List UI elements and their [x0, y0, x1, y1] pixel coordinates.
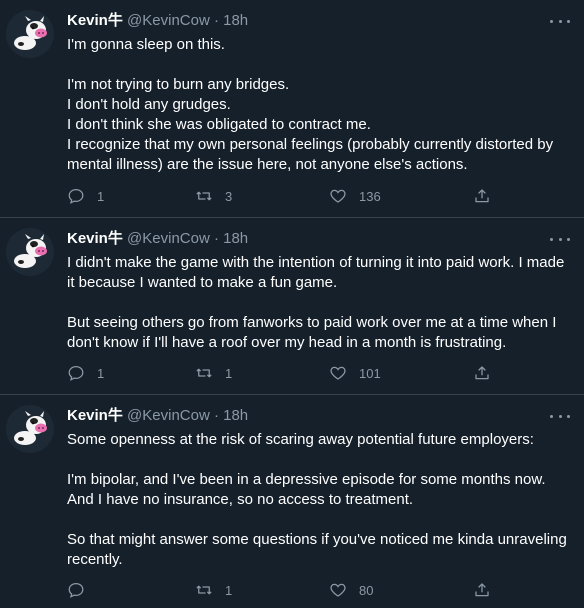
handle-and-time[interactable]: @KevinCow · 18h	[127, 12, 248, 29]
handle-and-time[interactable]: @KevinCow · 18h	[127, 407, 248, 424]
retweet-button[interactable]: 3	[195, 187, 232, 205]
reply-button[interactable]	[67, 581, 97, 599]
tweet-text: Some openness at the risk of scaring awa…	[67, 430, 567, 570]
tweet[interactable]: Kevin牛 @KevinCow · 18h Some openness at …	[0, 395, 584, 608]
retweet-icon	[196, 585, 212, 595]
tweet-line: I'm not trying to burn any bridges.	[67, 76, 290, 93]
display-name[interactable]: Kevin牛	[67, 230, 123, 247]
tweet-text: I didn't make the game with the intentio…	[67, 253, 567, 353]
like-count: 80	[359, 582, 374, 598]
tweet-line: But seeing others go from fanworks to pa…	[67, 314, 557, 331]
cow-avatar-icon	[6, 228, 54, 276]
reply-count: 1	[97, 188, 105, 204]
tweet-line: Some openness at the risk of scaring awa…	[67, 431, 534, 448]
retweet-button[interactable]: 1	[195, 364, 232, 382]
like-count: 101	[359, 365, 381, 381]
share-button[interactable]	[473, 581, 491, 599]
retweet-icon	[196, 191, 212, 201]
tweet-text: I'm gonna sleep on this. I'm not trying …	[67, 35, 567, 175]
tweet-line: I'm gonna sleep on this.	[67, 36, 225, 53]
tweet-header: Kevin牛 @KevinCow · 18h	[67, 230, 248, 248]
share-icon	[475, 189, 489, 203]
display-name[interactable]: Kevin牛	[67, 407, 123, 424]
tweet-line: I don't think she was obligated to contr…	[67, 116, 371, 133]
tweet-line: recently.	[67, 551, 123, 568]
tweet-line: I don't hold any grudges.	[67, 96, 231, 113]
reply-button[interactable]: 1	[67, 187, 104, 205]
tweet-actions: 1 80	[67, 581, 497, 601]
share-button[interactable]	[473, 187, 491, 205]
retweet-icon	[196, 368, 212, 378]
like-button[interactable]: 136	[329, 187, 381, 205]
tweet[interactable]: Kevin牛 @KevinCow · 18h I didn't make the…	[0, 218, 584, 395]
tweet-line: I recognize that my own personal feeling…	[67, 136, 554, 153]
more-options-icon[interactable]	[550, 232, 570, 246]
share-icon	[475, 366, 489, 380]
reply-icon	[68, 188, 84, 204]
like-count: 136	[359, 188, 381, 204]
reply-count: 1	[97, 365, 105, 381]
avatar[interactable]	[6, 405, 54, 453]
tweet-actions: 1 3 136	[67, 187, 497, 207]
cow-avatar-icon	[6, 10, 54, 58]
tweet-line: I'm bipolar, and I've been in a depressi…	[67, 471, 546, 488]
share-button[interactable]	[473, 364, 491, 382]
display-name[interactable]: Kevin牛	[67, 12, 123, 29]
reply-icon	[68, 582, 84, 598]
heart-icon	[330, 189, 346, 203]
tweet-header: Kevin牛 @KevinCow · 18h	[67, 407, 248, 425]
tweet-header: Kevin牛 @KevinCow · 18h	[67, 12, 248, 30]
tweet[interactable]: Kevin牛 @KevinCow · 18h I'm gonna sleep o…	[0, 0, 584, 218]
retweet-count: 1	[225, 582, 233, 598]
retweet-count: 1	[225, 365, 233, 381]
avatar[interactable]	[6, 10, 54, 58]
tweet-line: mental illness) are the issue here, not …	[67, 156, 468, 173]
cow-avatar-icon	[6, 405, 54, 453]
like-button[interactable]: 101	[329, 364, 381, 382]
more-options-icon[interactable]	[550, 409, 570, 423]
tweet-line: don't know if I'll have a roof over my h…	[67, 334, 507, 351]
like-button[interactable]: 80	[329, 581, 373, 599]
reply-button[interactable]: 1	[67, 364, 104, 382]
heart-icon	[330, 366, 346, 380]
tweet-line: And I have no insurance, so no access to…	[67, 491, 414, 508]
tweet-thread: Kevin牛 @KevinCow · 18h I'm gonna sleep o…	[0, 0, 584, 608]
handle-and-time[interactable]: @KevinCow · 18h	[127, 230, 248, 247]
tweet-line: So that might answer some questions if y…	[67, 531, 567, 548]
share-icon	[475, 583, 489, 597]
retweet-count: 3	[225, 188, 233, 204]
avatar[interactable]	[6, 228, 54, 276]
reply-icon	[68, 365, 84, 381]
more-options-icon[interactable]	[550, 14, 570, 28]
tweet-actions: 1 1 101	[67, 364, 497, 384]
heart-icon	[330, 583, 346, 597]
tweet-line: it because I wanted to make a fun game.	[67, 274, 338, 291]
tweet-line: I didn't make the game with the intentio…	[67, 254, 565, 271]
retweet-button[interactable]: 1	[195, 581, 232, 599]
